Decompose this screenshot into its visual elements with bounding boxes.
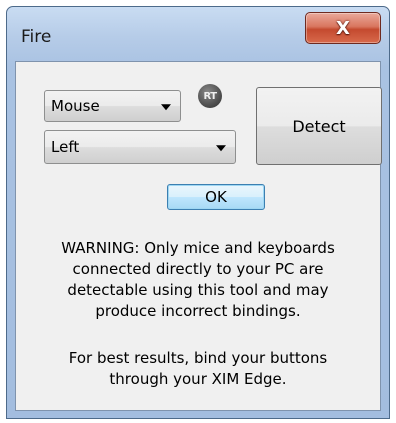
warning-message: WARNING: Only mice and keyboards connect…	[61, 239, 335, 320]
button-dropdown[interactable]: Left	[44, 130, 236, 164]
title-bar[interactable]: Fire X	[7, 7, 389, 61]
chevron-down-icon	[216, 145, 226, 152]
rt-badge-icon: RT	[198, 84, 222, 108]
tip-message: For best results, bind your buttons thro…	[68, 349, 328, 388]
dialog-client-area: Mouse RT Left Detect OK WARNING: Only mi…	[15, 61, 382, 411]
detect-button[interactable]: Detect	[256, 87, 382, 165]
device-type-value: Mouse	[51, 97, 100, 115]
close-icon: X	[336, 17, 350, 39]
window-title: Fire	[21, 27, 52, 47]
rt-badge-label: RT	[203, 90, 217, 102]
ok-button[interactable]: OK	[167, 184, 265, 210]
device-type-dropdown[interactable]: Mouse	[44, 90, 181, 122]
chevron-down-icon	[161, 104, 171, 111]
close-button[interactable]: X	[305, 12, 381, 44]
fire-dialog-window: Fire X Mouse RT Left Detect OK WARNING: …	[6, 6, 390, 419]
button-value: Left	[51, 138, 80, 156]
